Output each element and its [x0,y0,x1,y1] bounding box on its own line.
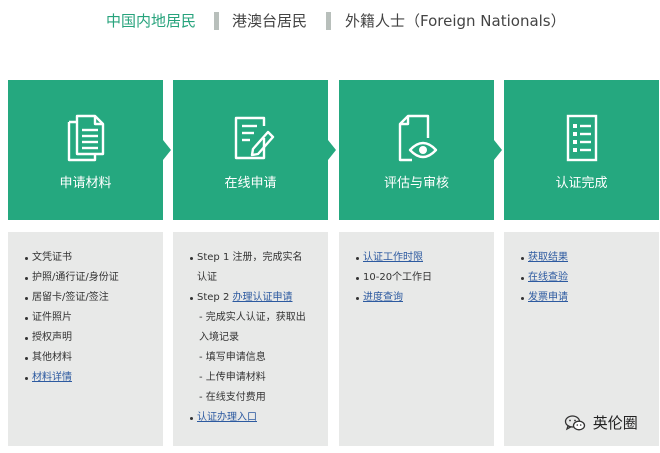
list-item: 文凭证书 [25,248,163,268]
list-item: 证件照片 [25,308,163,328]
form-edit-icon [234,116,274,160]
tab-separator [214,12,219,30]
apply-certification-link[interactable]: 办理认证申请 [233,292,293,303]
list-item: 授权声明 [25,328,163,348]
documents-icon [67,114,104,162]
wechat-icon [564,414,586,430]
list-item: - 填写申请信息 [199,352,266,363]
list-item: 进度查询 [356,288,494,308]
tab-mainland-residents[interactable]: 中国内地居民 [106,10,196,32]
step-label: Step 2 [197,292,233,303]
step-card-review: 评估与审核 [339,80,494,220]
online-apply-list-panel: Step 1 注册，完成实名 认证 Step 2 办理认证申请 - 完成实人认证… [173,232,328,446]
progress-query-link[interactable]: 进度查询 [363,292,403,303]
step-card-online-apply: 在线申请 [173,80,328,220]
tab-separator [326,12,331,30]
step-title: 申请材料 [59,176,112,191]
tab-foreign-nationals[interactable]: 外籍人士（Foreign Nationals） [345,10,566,32]
certification-entry-link[interactable]: 认证办理入口 [197,412,257,423]
list-item: 在线查验 [521,268,659,288]
materials-details-link[interactable]: 材料详情 [32,372,72,383]
step-arrow [328,140,336,160]
step-title: 认证完成 [555,176,608,191]
document-eye-icon [398,114,437,162]
step-arrow [494,140,502,160]
review-list-panel: 认证工作时限 10-20个工作日 进度查询 [339,232,494,446]
step-arrow [163,140,171,160]
checklist-icon [566,114,597,162]
list-item: 入境记录 [199,332,239,343]
materials-list-panel: 文凭证书 护照/通行证/身份证 居留卡/签证/签注 证件照片 授权声明 其他材料… [8,232,163,446]
step-card-materials: 申请材料 [8,80,163,220]
list-item: - 上传申请材料 [199,372,266,383]
step-title: 评估与审核 [383,176,449,191]
invoice-request-link[interactable]: 发票申请 [528,292,568,303]
step-card-complete: 认证完成 [504,80,659,220]
list-item: - 完成实人认证，获取出 [199,312,306,323]
list-item: - 在线支付费用 [199,392,266,403]
list-item: 10-20个工作日 [356,268,494,288]
watermark-text: 英伦圈 [592,414,638,432]
list-item: 认证工作时限 [356,248,494,268]
list-item: 认证 [197,272,217,283]
list-item: 居留卡/签证/签注 [25,288,163,308]
list-item: 发票申请 [521,288,659,308]
get-result-link[interactable]: 获取结果 [528,252,568,263]
list-item: Step 2 办理认证申请 [190,288,328,308]
list-item: 获取结果 [521,248,659,268]
list-item: 材料详情 [25,368,163,388]
watermark: 英伦圈 [564,412,638,434]
step-title: 在线申请 [224,176,277,191]
tab-hk-macao-taiwan-residents[interactable]: 港澳台居民 [232,10,307,32]
list-item: 认证办理入口 [190,408,328,428]
processing-time-link[interactable]: 认证工作时限 [363,252,423,263]
list-item: Step 1 注册，完成实名 [190,248,328,268]
list-item: 其他材料 [25,348,163,368]
applicant-type-tabs: 中国内地居民 港澳台居民 外籍人士（Foreign Nationals） [0,10,660,32]
online-verify-link[interactable]: 在线查验 [528,272,568,283]
list-item: 护照/通行证/身份证 [25,268,163,288]
